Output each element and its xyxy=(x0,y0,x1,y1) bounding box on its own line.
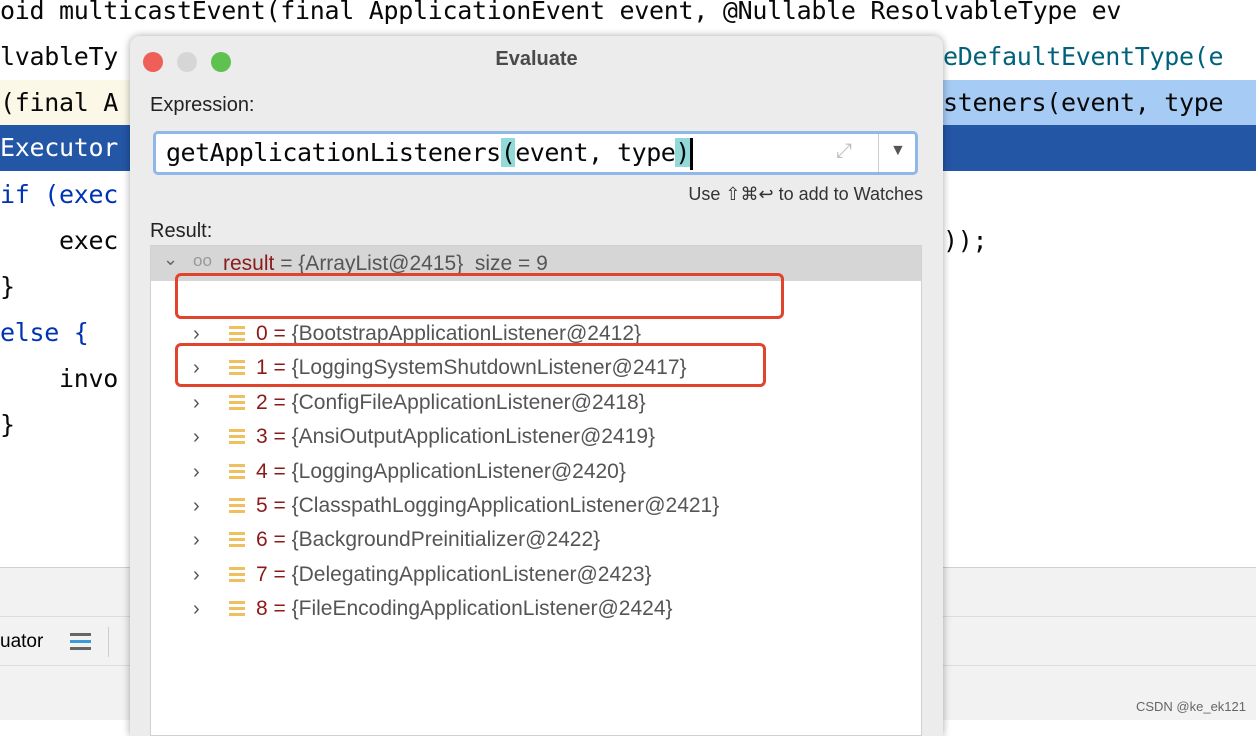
list-item[interactable]: › 7 = {DelegatingApplicationListener@2423… xyxy=(151,558,921,592)
bracket-highlight: ) xyxy=(675,138,690,167)
list-item[interactable]: › 2 = {ConfigFileApplicationListener@2418… xyxy=(151,386,921,420)
field-list-icon xyxy=(229,532,245,548)
item-value: {LoggingApplicationListener@2420} xyxy=(291,459,626,483)
field-list-icon xyxy=(229,326,245,341)
item-text: 7 = {DelegatingApplicationListener@2423} xyxy=(256,562,652,586)
list-item[interactable]: › 4 = {LoggingApplicationListener@2420} xyxy=(151,455,921,489)
divider xyxy=(878,134,879,172)
history-dropdown-icon[interactable]: ▼ xyxy=(890,142,906,160)
code-text: )); xyxy=(943,226,988,255)
code-text: (final A xyxy=(0,88,119,117)
field-list-icon xyxy=(229,566,245,582)
watermark: CSDN @ke_ek121 xyxy=(1135,699,1246,714)
divider xyxy=(108,627,109,657)
text-caret xyxy=(689,138,693,170)
item-index: 2 xyxy=(256,390,268,414)
evaluator-tab[interactable]: uator xyxy=(0,617,43,667)
code-text: steners(event, type xyxy=(943,88,1224,117)
list-item[interactable]: › 6 = {BackgroundPreinitializer@2422} xyxy=(151,523,921,557)
item-value: {DelegatingApplicationListener@2423} xyxy=(291,562,652,586)
item-value: {AnsiOutputApplicationListener@2419} xyxy=(291,425,656,449)
chevron-right-icon[interactable]: › xyxy=(193,455,200,489)
item-value: {BackgroundPreinitializer@2422} xyxy=(291,528,601,552)
list-icon[interactable] xyxy=(70,633,91,650)
item-index: 4 xyxy=(256,459,268,483)
chevron-right-icon[interactable]: › xyxy=(193,420,200,454)
code-text: lvableTy xyxy=(0,42,119,71)
field-list-icon xyxy=(229,394,245,410)
watch-glasses-icon: oo xyxy=(193,251,212,270)
chevron-right-icon[interactable]: › xyxy=(193,558,200,592)
result-label: Result: xyxy=(150,220,213,242)
field-list-icon xyxy=(229,463,245,479)
expand-icon[interactable]: ⤢ xyxy=(836,140,852,163)
field-list-icon xyxy=(229,498,245,513)
item-index: 5 xyxy=(256,494,268,517)
code-text: invo xyxy=(0,364,119,393)
list-item[interactable]: › 3 = {AnsiOutputApplicationListener@2419… xyxy=(151,420,921,454)
chevron-right-icon[interactable]: › xyxy=(193,489,200,523)
item-index: 8 xyxy=(256,597,268,621)
code-text: eDefaultEventType(e xyxy=(943,42,1224,71)
result-name: result xyxy=(223,252,275,275)
item-index: 7 xyxy=(256,562,268,586)
expression-text: getApplicationListeners(event, type) xyxy=(166,134,693,172)
expr-part: getApplicationListeners xyxy=(166,138,501,167)
dialog-title: Evaluate xyxy=(495,48,578,70)
code-text: Executor xyxy=(0,133,119,162)
code-text: exec xyxy=(0,226,119,255)
item-value: {ConfigFileApplicationListener@2418} xyxy=(291,390,646,414)
code-text: } xyxy=(0,272,15,301)
item-text: 2 = {ConfigFileApplicationListener@2418} xyxy=(256,390,646,414)
item-text: 8 = {FileEncodingApplicationListener@242… xyxy=(256,597,673,621)
expression-label: Expression: xyxy=(150,94,255,116)
field-list-icon xyxy=(229,429,245,445)
highlight-box xyxy=(175,343,766,387)
chevron-down-icon[interactable]: ⌄ xyxy=(163,249,178,270)
item-value: {ClasspathLoggingApplicationListener@242… xyxy=(291,494,720,517)
code-text: else { xyxy=(0,318,89,347)
result-value: = {ArrayList@2415} size = 9 xyxy=(274,252,548,275)
bracket-highlight: ( xyxy=(500,138,516,167)
watches-hint: Use ⇧⌘↩ to add to Watches xyxy=(688,184,923,204)
list-item[interactable]: › 5 = {ClasspathLoggingApplicationListene… xyxy=(151,489,921,523)
code-text: oid multicastEvent(final ApplicationEven… xyxy=(0,0,1122,25)
expression-input[interactable]: getApplicationListeners(event, type) ⤢ ▼ xyxy=(153,131,918,175)
code-line: oid multicastEvent(final ApplicationEven… xyxy=(0,0,1256,34)
chevron-right-icon[interactable]: › xyxy=(193,386,200,420)
item-index: 6 xyxy=(256,528,268,552)
item-text: 3 = {AnsiOutputApplicationListener@2419} xyxy=(256,425,656,449)
code-text: } xyxy=(0,410,15,439)
chevron-right-icon[interactable]: › xyxy=(193,592,200,626)
item-text: 4 = {LoggingApplicationListener@2420} xyxy=(256,459,626,483)
code-text: if (exec xyxy=(0,180,119,209)
field-list-icon xyxy=(229,601,245,617)
highlight-box xyxy=(175,273,784,319)
chevron-right-icon[interactable]: › xyxy=(193,523,200,557)
item-index: 0 xyxy=(256,322,268,345)
item-text: 5 = {ClasspathLoggingApplicationListener… xyxy=(256,494,720,517)
item-text: 6 = {BackgroundPreinitializer@2422} xyxy=(256,528,601,552)
item-value: {FileEncodingApplicationListener@2424} xyxy=(291,597,673,621)
item-index: 3 xyxy=(256,425,268,449)
expr-part: event, type xyxy=(515,138,676,167)
list-item[interactable]: › 8 = {FileEncodingApplicationListener@24… xyxy=(151,592,921,626)
item-value: {BootstrapApplicationListener@2412} xyxy=(291,322,642,345)
